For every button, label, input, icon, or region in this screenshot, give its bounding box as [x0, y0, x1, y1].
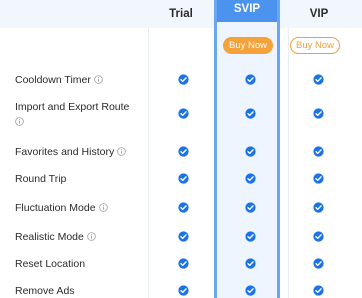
info-icon[interactable] [98, 203, 108, 212]
check-circle-icon [178, 202, 189, 213]
check-circle-icon [245, 285, 256, 296]
info-icon[interactable] [15, 117, 24, 126]
feature-text: Round Trip [15, 173, 67, 185]
check-circle-icon [178, 74, 189, 85]
check-circle-icon [245, 146, 256, 157]
check-circle-icon [313, 231, 324, 242]
check-circle-icon [178, 258, 189, 269]
feature-text: Import and Export Route [15, 101, 130, 113]
column-divider [288, 28, 289, 298]
check-circle-icon [178, 173, 189, 184]
info-icon[interactable] [94, 75, 103, 84]
info-icon[interactable] [87, 232, 96, 241]
feature-label-fluctuation-mode: Fluctuation Mode [15, 201, 108, 215]
feature-text: Remove Ads [15, 285, 75, 297]
check-circle-icon [245, 202, 256, 213]
check-circle-icon [313, 285, 324, 296]
check-circle-icon [245, 258, 256, 269]
check-circle-icon [178, 231, 189, 242]
feature-label-favorites-history: Favorites and History [15, 145, 126, 159]
check-circle-icon [245, 108, 256, 119]
feature-text: Reset Location [15, 258, 86, 270]
feature-text: Favorites and History [15, 146, 115, 158]
feature-text: Cooldown Timer [15, 74, 91, 86]
check-circle-icon [313, 74, 324, 85]
feature-label-import-export-route-line2 [15, 115, 24, 129]
feature-text: Fluctuation Mode [15, 202, 96, 214]
vip-buy-now-button[interactable]: Buy Now [290, 37, 340, 54]
check-circle-icon [245, 231, 256, 242]
check-circle-icon [178, 146, 189, 157]
check-circle-icon [245, 173, 256, 184]
plan-header-trial: Trial [169, 8, 193, 20]
plan-comparison-table: Trial VIP SVIP Buy Now Buy Now Cooldown … [0, 0, 362, 298]
check-circle-icon [313, 258, 324, 269]
feature-label-import-export-route: Import and Export Route [15, 100, 129, 114]
feature-label-reset-location: Reset Location [15, 257, 85, 271]
plan-header-svip: SVIP [217, 0, 277, 22]
check-circle-icon [313, 173, 324, 184]
check-circle-icon [178, 285, 189, 296]
check-circle-icon [313, 108, 324, 119]
svip-buy-now-button[interactable]: Buy Now [223, 37, 273, 54]
check-circle-icon [245, 74, 256, 85]
feature-text: Realistic Mode [15, 231, 84, 243]
check-circle-icon [178, 108, 189, 119]
column-divider [148, 28, 149, 298]
info-icon[interactable] [117, 147, 126, 156]
feature-label-round-trip: Round Trip [15, 172, 66, 186]
check-circle-icon [313, 146, 324, 157]
feature-label-remove-ads: Remove Ads [15, 284, 75, 298]
feature-label-realistic-mode: Realistic Mode [15, 230, 96, 244]
check-circle-icon [313, 202, 324, 213]
feature-label-cooldown-timer: Cooldown Timer [15, 73, 103, 87]
plan-header-vip: VIP [309, 8, 329, 20]
